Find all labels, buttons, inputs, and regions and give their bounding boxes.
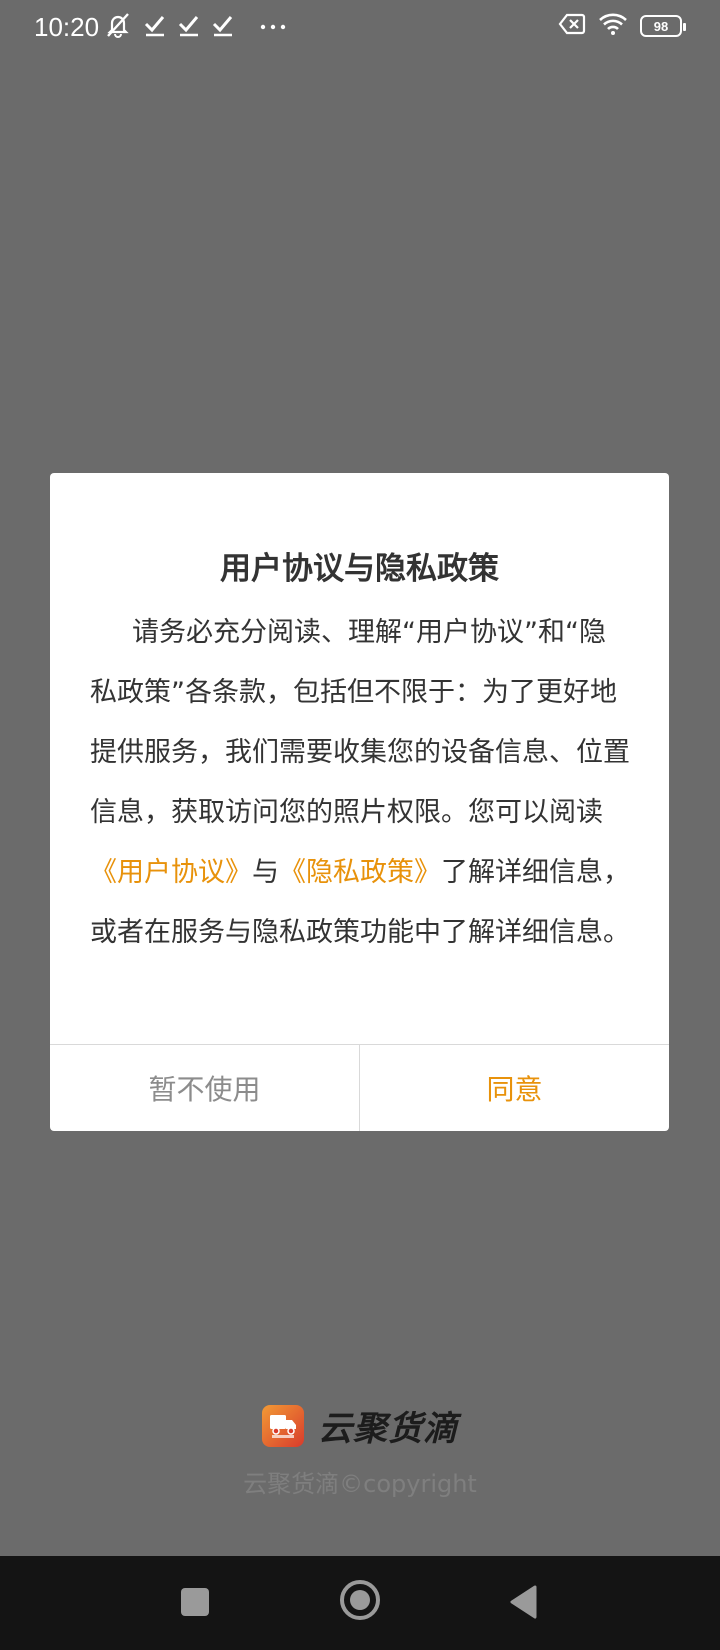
brand: 云聚货滴 bbox=[262, 1401, 458, 1450]
status-right-icons: 98 bbox=[558, 12, 686, 40]
check-icon bbox=[178, 13, 200, 41]
privacy-dialog: 用户协议与隐私政策 请务必充分阅读、理解“用户协议”和“隐私政策”各条款，包括但… bbox=[50, 473, 669, 1131]
decline-button[interactable]: 暂不使用 bbox=[50, 1045, 359, 1131]
home-button[interactable] bbox=[340, 1580, 380, 1620]
status-left-icons bbox=[104, 10, 286, 44]
wifi-icon bbox=[598, 12, 628, 40]
navigation-bar bbox=[0, 1556, 720, 1650]
copyright-text: 云聚货滴©copyright bbox=[243, 1470, 477, 1498]
status-time: 10:20 bbox=[34, 12, 100, 42]
privacy-policy-link[interactable]: 《隐私政策》 bbox=[279, 857, 441, 888]
battery-level: 98 bbox=[653, 18, 669, 34]
user-agreement-link[interactable]: 《用户协议》 bbox=[90, 857, 252, 888]
agree-button[interactable]: 同意 bbox=[360, 1045, 669, 1131]
status-bar: 10:20 98 bbox=[0, 0, 720, 56]
battery-icon: 98 bbox=[640, 15, 686, 37]
mute-icon bbox=[104, 10, 132, 44]
dialog-body: 请务必充分阅读、理解“用户协议”和“隐私政策”各条款，包括但不限于：为了更好地提… bbox=[90, 603, 632, 963]
dialog-body-text-1: 请务必充分阅读、理解“用户协议”和“隐私政策”各条款，包括但不限于：为了更好地提… bbox=[90, 617, 630, 828]
dialog-body-text-2: 与 bbox=[252, 857, 279, 888]
sim-off-icon bbox=[558, 12, 586, 40]
back-triangle-icon bbox=[510, 1585, 537, 1619]
back-button[interactable] bbox=[508, 1584, 538, 1620]
check-icon bbox=[144, 13, 166, 41]
check-icon bbox=[212, 13, 234, 41]
dialog-title: 用户协议与隐私政策 bbox=[220, 551, 499, 587]
brand-name: 云聚货滴 bbox=[318, 1409, 458, 1449]
more-dots-icon bbox=[260, 13, 286, 41]
brand-logo-icon bbox=[262, 1404, 304, 1447]
recent-apps-button[interactable] bbox=[181, 1588, 209, 1616]
